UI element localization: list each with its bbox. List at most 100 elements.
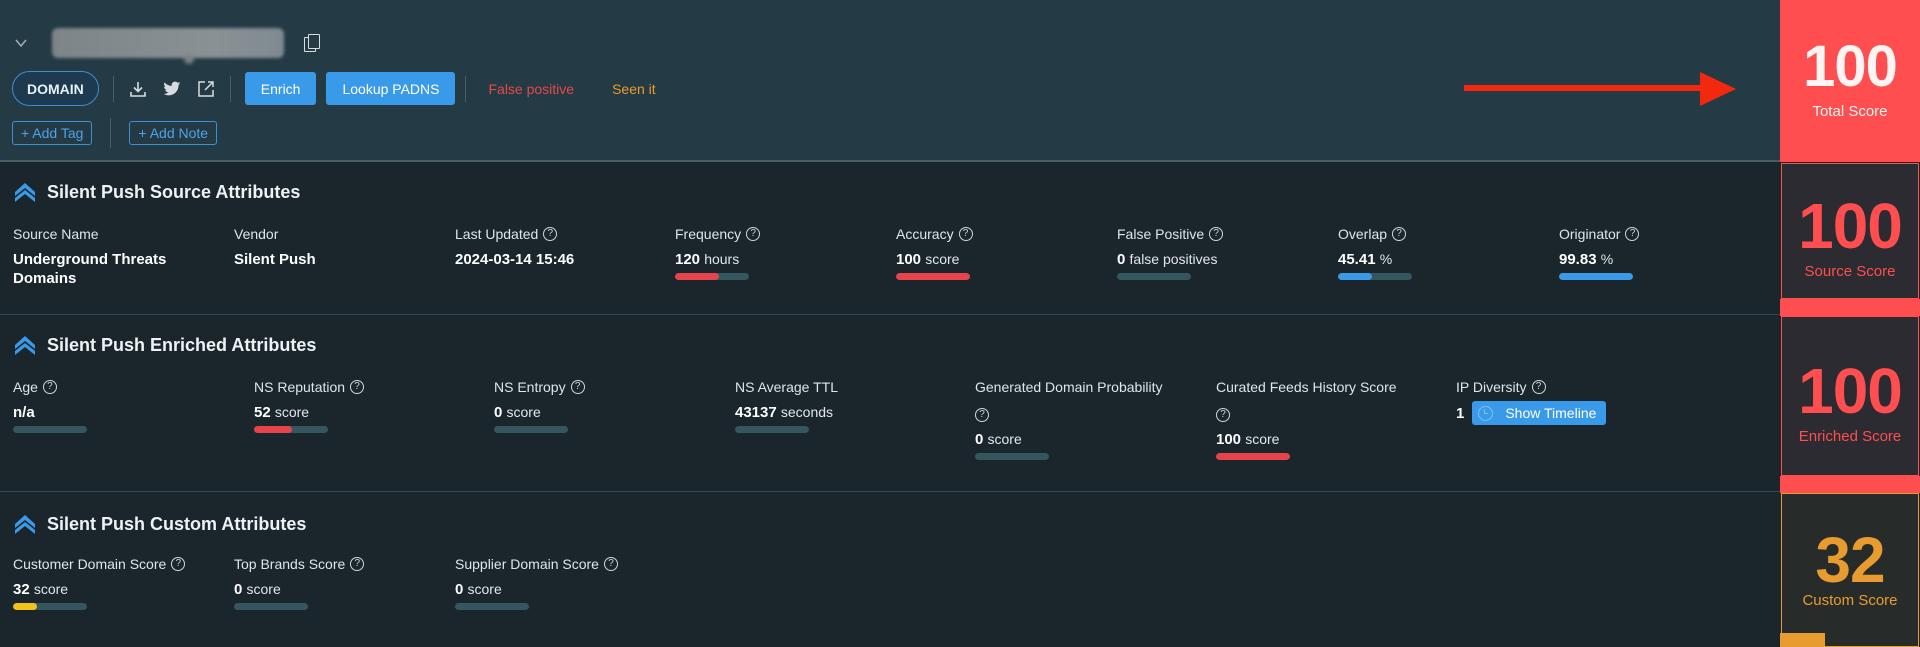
silent-push-logo-icon	[15, 336, 35, 355]
red-arrow-annotation	[1464, 72, 1736, 106]
attr-label-row: False Positive?	[1117, 226, 1224, 242]
lookup-padns-button[interactable]: Lookup PADNS	[326, 72, 456, 105]
show-timeline-button[interactable]: Show Timeline	[1472, 401, 1607, 425]
attr-customer-domain-score: Customer Domain Score? 32 score	[13, 556, 186, 610]
add-tag-button[interactable]: + Add Tag	[12, 121, 93, 145]
section-title: Silent Push Custom Attributes	[13, 512, 306, 536]
attr-label-row: Supplier Domain Score?	[455, 556, 618, 572]
download-icon[interactable]	[128, 79, 148, 99]
help-icon[interactable]: ?	[958, 227, 973, 241]
attr-score-bar-fill	[1559, 273, 1633, 280]
help-icon[interactable]: ?	[1625, 227, 1640, 241]
attr-last-updated: Last Updated? 2024-03-14 15:46	[455, 226, 574, 269]
attr-label: Supplier Domain Score	[455, 556, 599, 572]
total-score-card: 100 Total Score	[1780, 0, 1920, 162]
attr-label: IP Diversity	[1456, 379, 1527, 395]
attr-score-bar	[896, 273, 970, 280]
source-score-card: 100 Source Score	[1780, 163, 1920, 316]
attr-value: 2024-03-14 15:46	[455, 251, 575, 268]
redacted-domain-name	[52, 28, 284, 58]
attr-curated-feeds-history-score: Curated Feeds History Score? 100 score	[1216, 379, 1397, 460]
help-icon[interactable]: ?	[171, 557, 186, 571]
help-icon[interactable]: ?	[570, 380, 585, 394]
attr-score-bar	[1338, 273, 1412, 280]
help-icon[interactable]: ?	[350, 557, 365, 571]
attr-value: 120 hours	[675, 251, 760, 268]
attr-value-unit: seconds	[780, 404, 834, 420]
help-icon[interactable]: ?	[1392, 227, 1407, 241]
attr-label: Frequency	[675, 226, 742, 242]
attr-generated-domain-probability: Generated Domain Probability? 0 score	[975, 379, 1163, 460]
attr-label: Accuracy	[896, 226, 954, 242]
twitter-icon[interactable]	[162, 79, 182, 99]
help-icon[interactable]: ?	[350, 380, 365, 394]
attr-accuracy: Accuracy? 100 score	[896, 226, 973, 280]
attr-label-row: NS Average TTL	[735, 379, 838, 395]
attr-value-unit: false positives	[1129, 251, 1218, 267]
entity-type-badge: DOMAIN	[12, 71, 99, 106]
chevron-down-icon[interactable]	[14, 36, 28, 50]
attr-label: Curated Feeds History Score	[1216, 379, 1397, 395]
attr-score-bar-fill	[675, 273, 720, 280]
attr-score-bar-fill	[13, 603, 37, 610]
attr-label-row: Accuracy?	[896, 226, 973, 242]
section-title: Silent Push Enriched Attributes	[13, 333, 316, 357]
attr-label: Source Name	[13, 226, 99, 242]
enriched-score-bar	[1780, 476, 1920, 493]
enriched-attributes-section: Silent Push Enriched Attributes Age? n/a …	[0, 315, 1780, 492]
enrich-button[interactable]: Enrich	[244, 72, 317, 105]
attr-vendor: Vendor Silent Push	[234, 226, 434, 269]
attr-value: 0 score	[234, 581, 364, 598]
attr-label-row: Top Brands Score?	[234, 556, 365, 572]
button-label: Show Timeline	[1505, 405, 1597, 421]
attr-value: Underground Threats Domains	[13, 251, 167, 287]
attr-value-unit: score	[467, 581, 502, 597]
help-icon[interactable]: ?	[42, 380, 57, 394]
help-icon[interactable]: ?	[1531, 380, 1546, 394]
attr-label-row: Customer Domain Score?	[13, 556, 186, 572]
help-icon[interactable]: ?	[1209, 227, 1224, 241]
section-title: Silent Push Source Attributes	[13, 180, 300, 204]
help-icon[interactable]: ?	[543, 227, 558, 241]
attr-label: NS Entropy	[494, 379, 566, 395]
attr-score-bar-fill	[254, 426, 293, 433]
divider	[110, 118, 112, 148]
source-attributes-section: Silent Push Source Attributes Source Nam…	[0, 162, 1780, 315]
external-link-icon[interactable]	[196, 79, 216, 99]
attr-ip-diversity: IP Diversity? 1 Show Timeline	[1456, 379, 1607, 425]
attr-value-unit: hours	[704, 251, 740, 267]
attr-score-bar	[13, 603, 87, 610]
attr-value-number: n/a	[13, 404, 35, 421]
attr-label: Top Brands Score	[234, 556, 346, 572]
attr-value-unit: %	[1600, 251, 1614, 267]
help-icon[interactable]: ?	[746, 227, 761, 241]
attr-label: NS Reputation	[254, 379, 346, 395]
source-score-label: Source Score	[1804, 263, 1896, 280]
help-icon[interactable]: ?	[975, 408, 989, 422]
false-positive-button[interactable]: False positive	[476, 72, 586, 105]
custom-score-card: 32 Custom Score	[1780, 493, 1920, 647]
attr-score-bar	[675, 273, 749, 280]
attr-value: 0 score	[455, 581, 618, 598]
attr-value-unit: score	[1245, 431, 1280, 447]
attr-value-number: 0	[455, 581, 464, 598]
add-note-button[interactable]: + Add Note	[129, 121, 218, 145]
attr-label-row: NS Reputation?	[254, 379, 365, 395]
attr-value-number: 45.41	[1338, 251, 1376, 268]
attr-score-bar	[13, 426, 87, 433]
copy-icon[interactable]	[304, 34, 320, 52]
attr-ns-reputation: NS Reputation? 52 score	[254, 379, 365, 433]
attr-score-bar	[1216, 453, 1290, 460]
attr-value-number: 32	[13, 581, 30, 598]
attr-frequency: Frequency? 120 hours	[675, 226, 761, 280]
divider	[465, 75, 467, 102]
attr-value: 0 score	[494, 404, 585, 421]
enriched-score-label: Enriched Score	[1798, 428, 1902, 445]
help-icon[interactable]: ?	[1216, 408, 1230, 422]
seen-it-button[interactable]: Seen it	[600, 72, 668, 105]
help-icon[interactable]: ?	[603, 557, 618, 571]
custom-score-value: 32	[1815, 524, 1885, 596]
tag-note-row: + Add Tag + Add Note	[12, 118, 218, 148]
attr-value: 0 false positives	[1117, 251, 1223, 268]
attr-label-row: Generated Domain Probability	[975, 379, 1163, 395]
